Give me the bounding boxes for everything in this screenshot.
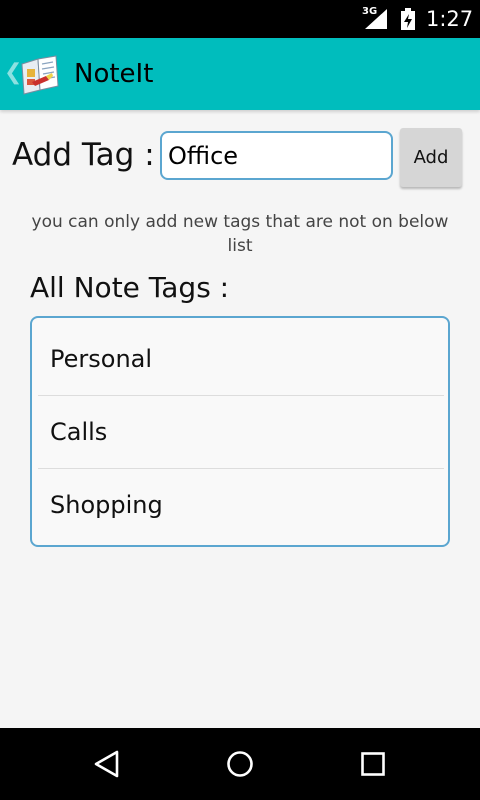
clock: 1:27 [426, 7, 474, 31]
tag-list-item[interactable]: Shopping [38, 469, 444, 542]
tags-list: Personal Calls Shopping [30, 316, 450, 547]
tag-list-item[interactable]: Personal [38, 323, 444, 396]
recents-icon[interactable] [353, 744, 393, 784]
add-tag-label: Add Tag : [12, 137, 155, 173]
add-tag-button[interactable]: Add [400, 128, 462, 187]
all-tags-title: All Note Tags : [30, 271, 230, 304]
status-bar: 3G 1:27 [0, 0, 480, 38]
back-icon[interactable] [87, 744, 127, 784]
navigation-bar [0, 728, 480, 800]
notebook-icon[interactable] [18, 52, 62, 96]
action-bar: ❮ NoteIt [0, 38, 480, 110]
battery-charging-icon [401, 8, 415, 30]
app-title: NoteIt [74, 59, 154, 89]
hint-text: you can only add new tags that are not o… [31, 212, 449, 256]
home-icon[interactable] [220, 744, 260, 784]
tag-list-item[interactable]: Calls [38, 396, 444, 469]
tag-name-input[interactable] [160, 131, 393, 180]
signal-strength-icon [365, 9, 387, 29]
